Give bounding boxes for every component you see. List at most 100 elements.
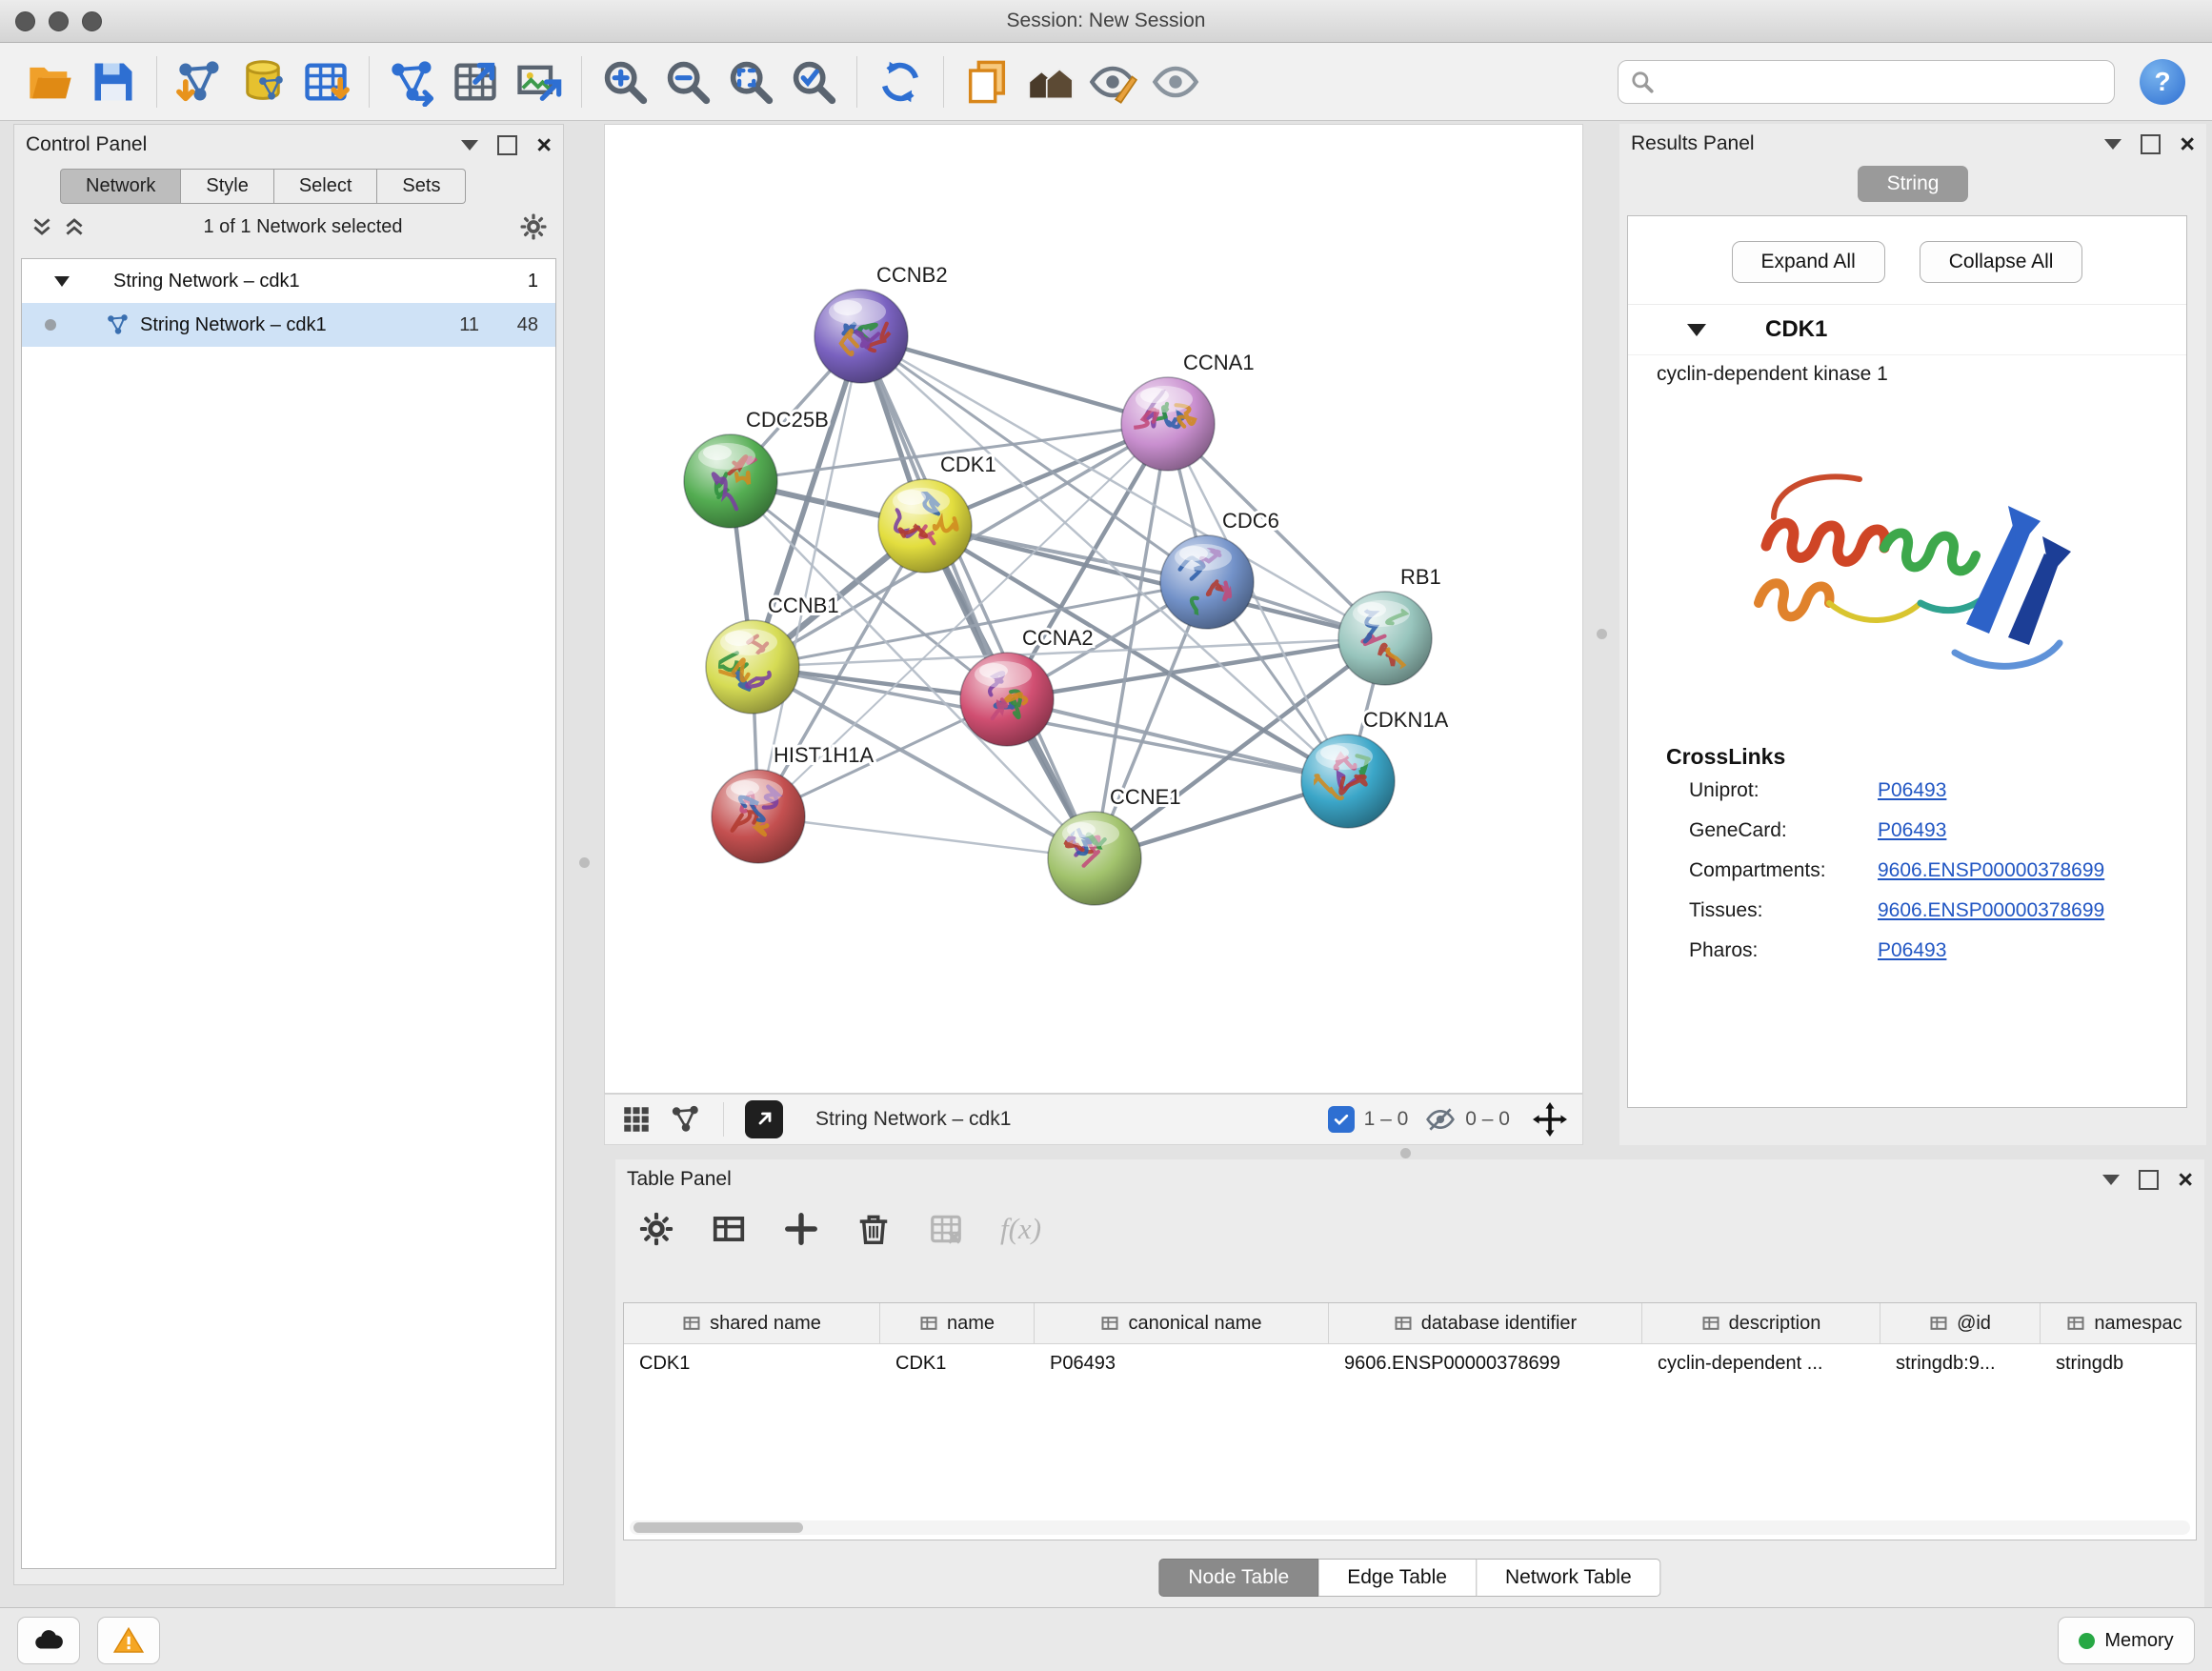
network-node[interactable] <box>878 479 972 573</box>
expander-triangle-icon[interactable] <box>54 276 70 287</box>
string-tab-badge[interactable]: String <box>1858 166 1968 202</box>
crosslink-link[interactable]: 9606.ENSP00000378699 <box>1878 899 2104 922</box>
network-view-canvas[interactable]: CCNB2CCNA1CDC25BCDK1CDC6RB1CCNB1CCNA2CDK… <box>604 124 1583 1094</box>
collapse-all-icon[interactable] <box>30 214 54 239</box>
maximize-panel-icon[interactable] <box>2141 134 2161 154</box>
show-hide-button[interactable] <box>1144 50 1207 113</box>
refresh-button[interactable] <box>869 50 932 113</box>
column-header[interactable]: shared name <box>624 1303 880 1343</box>
gene-expander-triangle-icon[interactable] <box>1687 324 1706 336</box>
expand-all-icon[interactable] <box>62 214 87 239</box>
table-cell[interactable]: CDK1 <box>880 1344 1035 1382</box>
network-view-icon[interactable] <box>670 1103 702 1136</box>
network-node[interactable] <box>684 434 777 528</box>
crosslink-link[interactable]: P06493 <box>1878 779 1946 802</box>
table-cell[interactable]: stringdb <box>2041 1344 2197 1382</box>
zoom-in-button[interactable] <box>593 50 656 113</box>
crosslink-link[interactable]: P06493 <box>1878 939 1946 962</box>
expand-all-button[interactable]: Expand All <box>1732 241 1885 283</box>
selected-checkbox-icon[interactable] <box>1328 1106 1355 1133</box>
zoom-selected-button[interactable] <box>782 50 845 113</box>
tab-network-table[interactable]: Network Table <box>1477 1559 1661 1597</box>
help-button[interactable]: ? <box>2140 59 2185 105</box>
network-node[interactable] <box>960 653 1054 746</box>
float-panel-icon[interactable] <box>461 140 478 151</box>
duplicate-document-button[interactable] <box>955 50 1018 113</box>
tab-node-table[interactable]: Node Table <box>1158 1559 1318 1597</box>
network-options-gear-icon[interactable] <box>519 212 548 241</box>
network-node[interactable] <box>1338 592 1432 685</box>
grid-view-icon[interactable] <box>620 1103 653 1136</box>
column-header[interactable]: description <box>1642 1303 1880 1343</box>
add-column-icon[interactable] <box>783 1211 819 1247</box>
scrollbar-thumb[interactable] <box>633 1522 803 1533</box>
column-header[interactable]: namespac <box>2041 1303 2197 1343</box>
crosslink-link[interactable]: P06493 <box>1878 819 1946 842</box>
import-network-database-button[interactable] <box>231 50 294 113</box>
network-collection-row[interactable]: String Network – cdk1 1 <box>22 259 555 303</box>
tab-select[interactable]: Select <box>274 169 378 204</box>
string-network-graph[interactable]: CCNB2CCNA1CDC25BCDK1CDC6RB1CCNB1CCNA2CDK… <box>605 125 1584 1095</box>
minimize-window-button[interactable] <box>49 11 69 31</box>
import-table-button[interactable] <box>294 50 357 113</box>
right-splitter-handle[interactable] <box>1597 629 1607 639</box>
maximize-panel-icon[interactable] <box>497 135 517 155</box>
delete-column-icon[interactable] <box>855 1211 892 1247</box>
save-session-button[interactable] <box>82 50 145 113</box>
table-row[interactable]: CDK1CDK1P064939606.ENSP00000378699cyclin… <box>624 1344 2196 1382</box>
new-network-from-selection-button[interactable] <box>381 50 444 113</box>
network-node[interactable] <box>712 770 805 863</box>
network-edge[interactable] <box>861 336 1095 858</box>
network-edge[interactable] <box>1007 699 1348 781</box>
float-panel-icon[interactable] <box>2102 1175 2120 1185</box>
horizontal-scrollbar[interactable] <box>630 1520 2190 1535</box>
column-header[interactable]: @id <box>1880 1303 2041 1343</box>
zoom-out-button[interactable] <box>656 50 719 113</box>
eye-slash-icon[interactable] <box>1425 1104 1456 1135</box>
gene-section-header[interactable]: CDK1 <box>1628 305 2186 355</box>
column-header[interactable]: database identifier <box>1329 1303 1642 1343</box>
search-input[interactable] <box>1662 70 2102 93</box>
cloud-status-button[interactable] <box>17 1617 80 1664</box>
export-table-button[interactable] <box>444 50 507 113</box>
tab-style[interactable]: Style <box>181 169 273 204</box>
pan-move-icon[interactable] <box>1533 1102 1567 1137</box>
show-columns-icon[interactable] <box>711 1211 747 1247</box>
network-node[interactable] <box>1048 812 1141 905</box>
export-image-button[interactable] <box>507 50 570 113</box>
table-cell[interactable]: CDK1 <box>624 1344 880 1382</box>
float-panel-icon[interactable] <box>2104 139 2122 150</box>
zoom-window-button[interactable] <box>82 11 102 31</box>
close-window-button[interactable] <box>15 11 35 31</box>
table-cell[interactable]: stringdb:9... <box>1880 1344 2041 1382</box>
column-header[interactable]: canonical name <box>1035 1303 1329 1343</box>
table-settings-gear-icon[interactable] <box>638 1211 674 1247</box>
tab-sets[interactable]: Sets <box>377 169 466 204</box>
warnings-button[interactable] <box>97 1617 160 1664</box>
network-node[interactable] <box>1121 377 1215 471</box>
toolbar-search[interactable] <box>1618 60 2115 104</box>
network-node[interactable] <box>1160 535 1254 629</box>
maximize-panel-icon[interactable] <box>2139 1170 2159 1190</box>
network-overview-button[interactable] <box>1018 50 1081 113</box>
crosslink-link[interactable]: 9606.ENSP00000378699 <box>1878 859 2104 882</box>
tab-network[interactable]: Network <box>60 169 181 204</box>
close-panel-icon[interactable]: × <box>536 132 552 158</box>
zoom-fit-button[interactable] <box>719 50 782 113</box>
network-node[interactable] <box>1301 735 1395 828</box>
network-edge[interactable] <box>758 816 1095 858</box>
table-cell[interactable]: P06493 <box>1035 1344 1329 1382</box>
table-cell[interactable]: cyclin-dependent ... <box>1642 1344 1880 1382</box>
column-header[interactable]: name <box>880 1303 1035 1343</box>
collapse-all-button[interactable]: Collapse All <box>1920 241 2083 283</box>
network-edge[interactable] <box>861 336 1168 424</box>
detach-view-button[interactable] <box>745 1100 783 1138</box>
memory-button[interactable]: Memory <box>2058 1617 2195 1664</box>
network-node[interactable] <box>814 290 908 383</box>
network-row-selected[interactable]: String Network – cdk1 11 48 <box>22 303 555 347</box>
bottom-splitter-handle[interactable] <box>1400 1148 1411 1158</box>
open-session-button[interactable] <box>19 50 82 113</box>
close-panel-icon[interactable]: × <box>2178 1167 2193 1193</box>
network-node[interactable] <box>706 620 799 714</box>
table-cell[interactable]: 9606.ENSP00000378699 <box>1329 1344 1642 1382</box>
